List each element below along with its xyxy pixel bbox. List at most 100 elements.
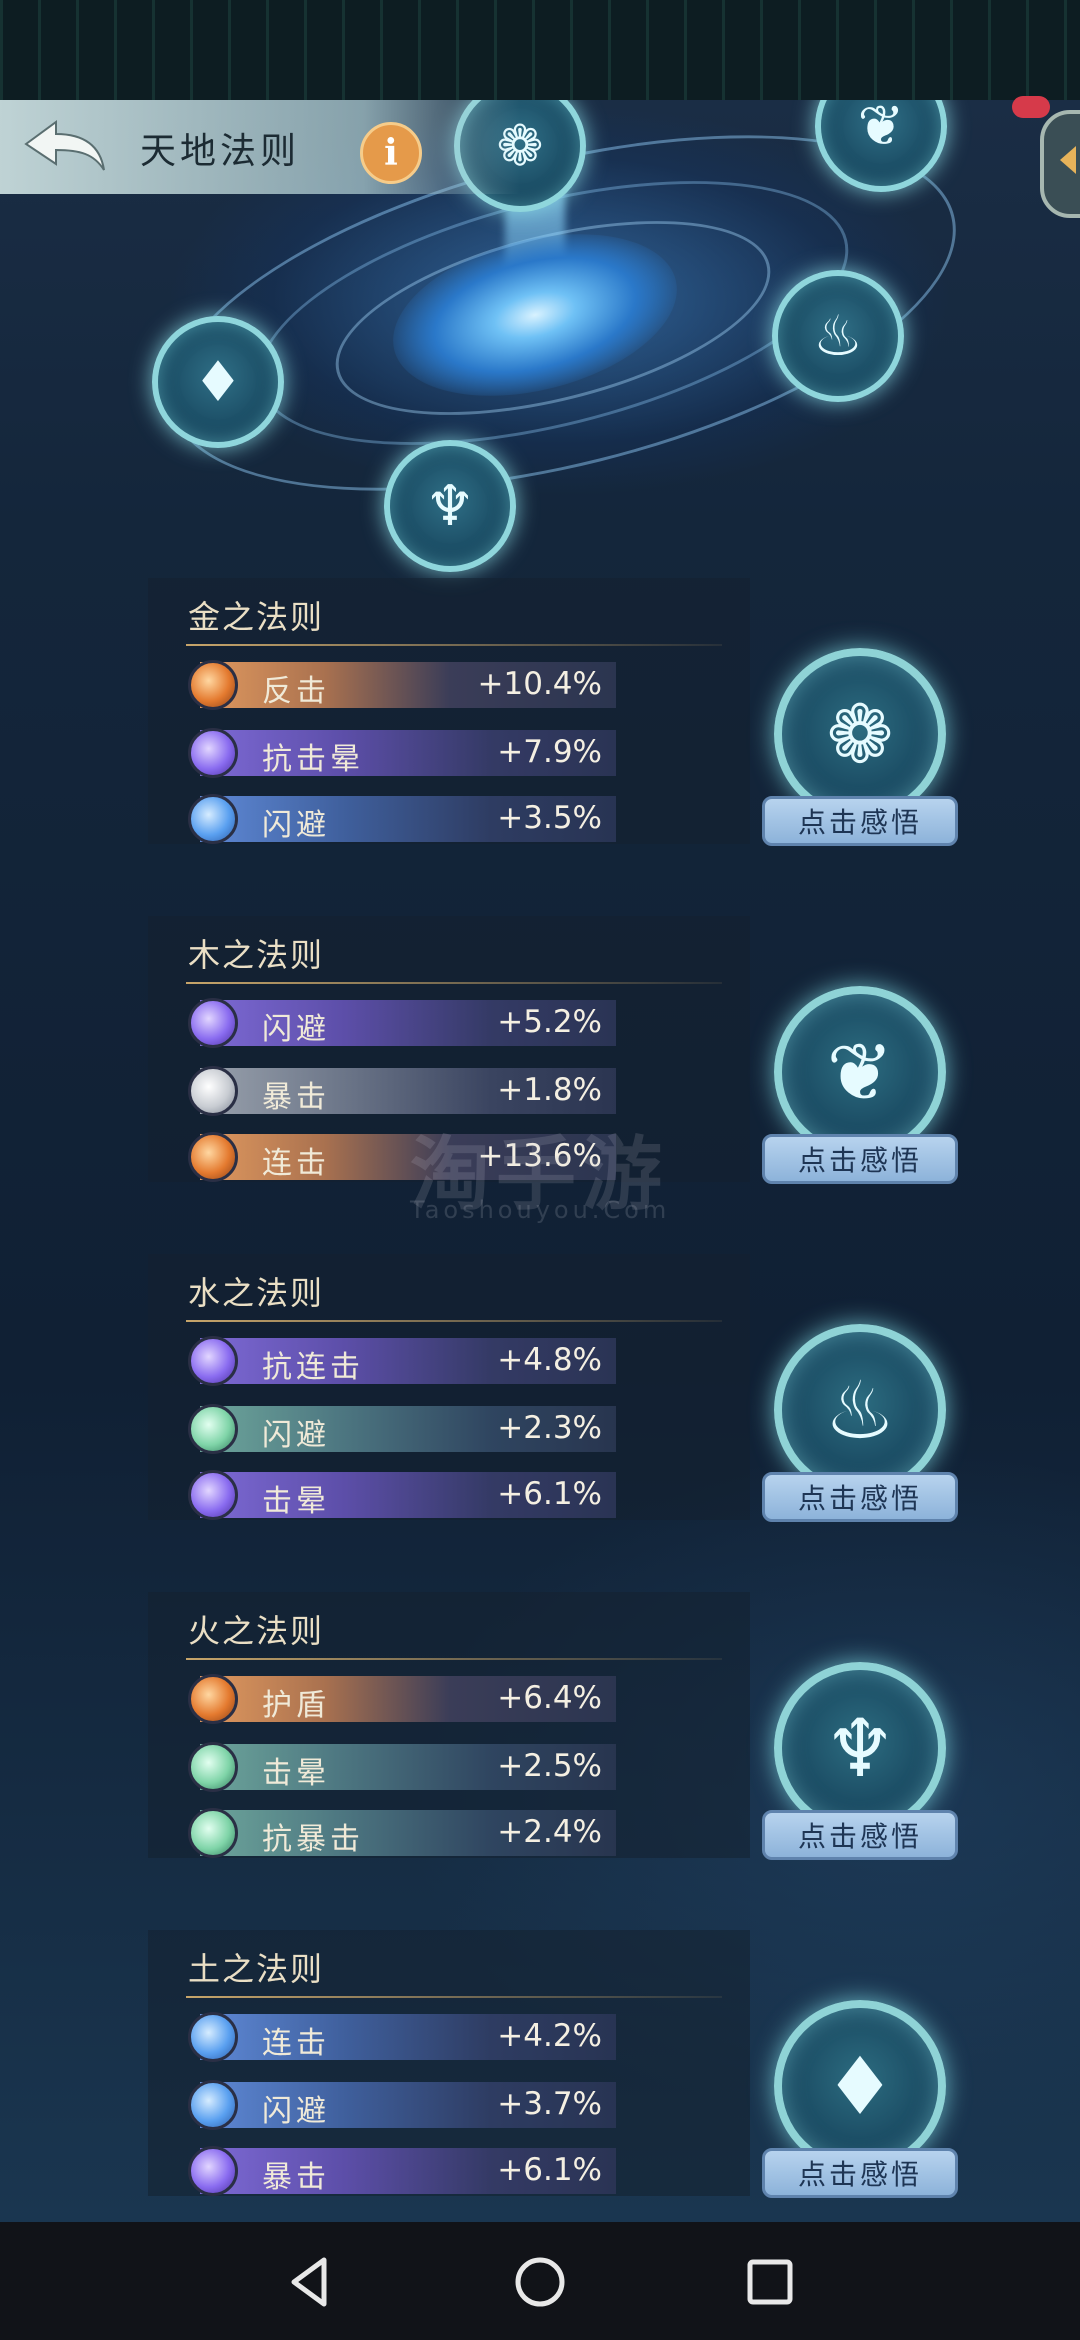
- stat-value: +10.4%: [477, 666, 602, 702]
- stat-name: 抗连击: [262, 1350, 364, 1385]
- water-drop-icon[interactable]: ♨: [774, 1324, 946, 1496]
- law-section: 火之法则护盾 +6.4% 击晕 +2.5% 抗暴击 +2.4%: [148, 1592, 750, 1858]
- stat-name: 暴击: [262, 1080, 330, 1115]
- stat-name: 护盾: [262, 1688, 330, 1723]
- stat-gem-icon: [188, 2146, 238, 2196]
- enlighten-button[interactable]: 点击感悟: [762, 1472, 958, 1522]
- orb-water-drop-icon[interactable]: ♨: [772, 270, 904, 402]
- stat-name: 闪避: [262, 2094, 330, 2129]
- stat-value: +2.5%: [497, 1748, 602, 1784]
- notification-badge: [1012, 96, 1050, 118]
- stat-value: +7.9%: [497, 734, 602, 770]
- stat-row: 闪避 +2.3%: [188, 1404, 616, 1454]
- leaf-icon[interactable]: ❦: [774, 986, 946, 1158]
- section-title: 水之法则: [188, 1274, 325, 1312]
- stat-row: 反击 +10.4%: [188, 660, 616, 710]
- orb-crystal-icon[interactable]: ♦: [152, 316, 284, 448]
- stat-value: +1.8%: [497, 1072, 602, 1108]
- enlighten-button[interactable]: 点击感悟: [762, 2148, 958, 2198]
- watermark-sub: Taoshouyou.Com: [410, 1196, 671, 1224]
- stat-row: 抗击晕 +7.9%: [188, 728, 616, 778]
- stat-value: +4.2%: [497, 2018, 602, 2054]
- stat-value: +6.1%: [497, 2152, 602, 2188]
- stat-gem-icon: [188, 1336, 238, 1386]
- stat-name: 击晕: [262, 1484, 330, 1519]
- section-title: 火之法则: [188, 1612, 325, 1650]
- flame-icon[interactable]: ♆: [774, 1662, 946, 1834]
- enlighten-button[interactable]: 点击感悟: [762, 796, 958, 846]
- enlighten-widget: ♆ 点击感悟: [762, 1662, 958, 1862]
- law-section: 金之法则反击 +10.4% 抗击晕 +7.9% 闪避 +3.5%: [148, 578, 750, 844]
- stat-gem-icon: [188, 1742, 238, 1792]
- enlighten-widget: ❁ 点击感悟: [762, 648, 958, 848]
- stat-row: 暴击 +1.8%: [188, 1066, 616, 1116]
- section-title: 金之法则: [188, 598, 325, 636]
- section-divider: [186, 982, 722, 984]
- stat-name: 抗击晕: [262, 742, 364, 777]
- stat-row: 击晕 +6.1%: [188, 1470, 616, 1520]
- stat-gem-icon: [188, 1470, 238, 1520]
- stat-row: 闪避 +5.2%: [188, 998, 616, 1048]
- stat-gem-icon: [188, 2012, 238, 2062]
- stat-row: 护盾 +6.4%: [188, 1674, 616, 1724]
- stat-gem-icon: [188, 1132, 238, 1182]
- enlighten-widget: ❦ 点击感悟: [762, 986, 958, 1186]
- stat-name: 连击: [262, 2026, 330, 2061]
- stat-gem-icon: [188, 1674, 238, 1724]
- stat-name: 闪避: [262, 1012, 330, 1047]
- stat-row: 闪避 +3.7%: [188, 2080, 616, 2130]
- status-bar: [0, 0, 1080, 100]
- law-section: 土之法则连击 +4.2% 闪避 +3.7% 暴击 +6.1%: [148, 1930, 750, 2196]
- stat-value: +2.3%: [497, 1410, 602, 1446]
- section-divider: [186, 1658, 722, 1660]
- stat-gem-icon: [188, 2080, 238, 2130]
- stat-name: 反击: [262, 674, 330, 709]
- orb-flame-icon[interactable]: ♆: [384, 440, 516, 572]
- stat-name: 击晕: [262, 1756, 330, 1791]
- stat-gem-icon: [188, 794, 238, 844]
- page-title: 天地法则: [140, 131, 301, 172]
- section-divider: [186, 1320, 722, 1322]
- stat-name: 抗暴击: [262, 1822, 364, 1857]
- stat-name: 暴击: [262, 2160, 330, 2195]
- enlighten-widget: ♨ 点击感悟: [762, 1324, 958, 1524]
- info-button[interactable]: i: [360, 122, 422, 184]
- section-title: 土之法则: [188, 1950, 325, 1988]
- side-expand-tab[interactable]: [1040, 110, 1080, 218]
- stat-name: 闪避: [262, 1418, 330, 1453]
- stat-value: +6.4%: [497, 1680, 602, 1716]
- stat-gem-icon: [188, 998, 238, 1048]
- enlighten-widget: ♦ 点击感悟: [762, 2000, 958, 2200]
- section-title: 木之法则: [188, 936, 325, 974]
- law-section: 水之法则抗连击 +4.8% 闪避 +2.3% 击晕 +6.1%: [148, 1254, 750, 1520]
- enlighten-button[interactable]: 点击感悟: [762, 1810, 958, 1860]
- system-nav-bar: [0, 2222, 1080, 2340]
- recents-nav-icon[interactable]: [740, 2252, 800, 2312]
- stat-name: 连击: [262, 1146, 330, 1181]
- stat-gem-icon: [188, 660, 238, 710]
- stat-value: +4.8%: [497, 1342, 602, 1378]
- back-arrow-icon[interactable]: [22, 118, 108, 176]
- stat-row: 暴击 +6.1%: [188, 2146, 616, 2196]
- stat-row: 连击 +4.2%: [188, 2012, 616, 2062]
- enlighten-button[interactable]: 点击感悟: [762, 1134, 958, 1184]
- section-divider: [186, 644, 722, 646]
- stat-gem-icon: [188, 1066, 238, 1116]
- stat-gem-icon: [188, 1808, 238, 1858]
- back-nav-icon[interactable]: [280, 2252, 340, 2312]
- stat-value: +3.5%: [497, 800, 602, 836]
- section-divider: [186, 1996, 722, 1998]
- swirl-icon[interactable]: ❁: [774, 648, 946, 820]
- stat-gem-icon: [188, 728, 238, 778]
- home-nav-icon[interactable]: [510, 2252, 570, 2312]
- stat-row: 击晕 +2.5%: [188, 1742, 616, 1792]
- stat-value: +5.2%: [497, 1004, 602, 1040]
- stat-value: +6.1%: [497, 1476, 602, 1512]
- stat-gem-icon: [188, 1404, 238, 1454]
- crystal-icon[interactable]: ♦: [774, 2000, 946, 2172]
- stat-name: 闪避: [262, 808, 330, 843]
- stat-value: +2.4%: [497, 1814, 602, 1850]
- stat-row: 抗暴击 +2.4%: [188, 1808, 616, 1858]
- stat-value: +3.7%: [497, 2086, 602, 2122]
- stat-row: 闪避 +3.5%: [188, 794, 616, 844]
